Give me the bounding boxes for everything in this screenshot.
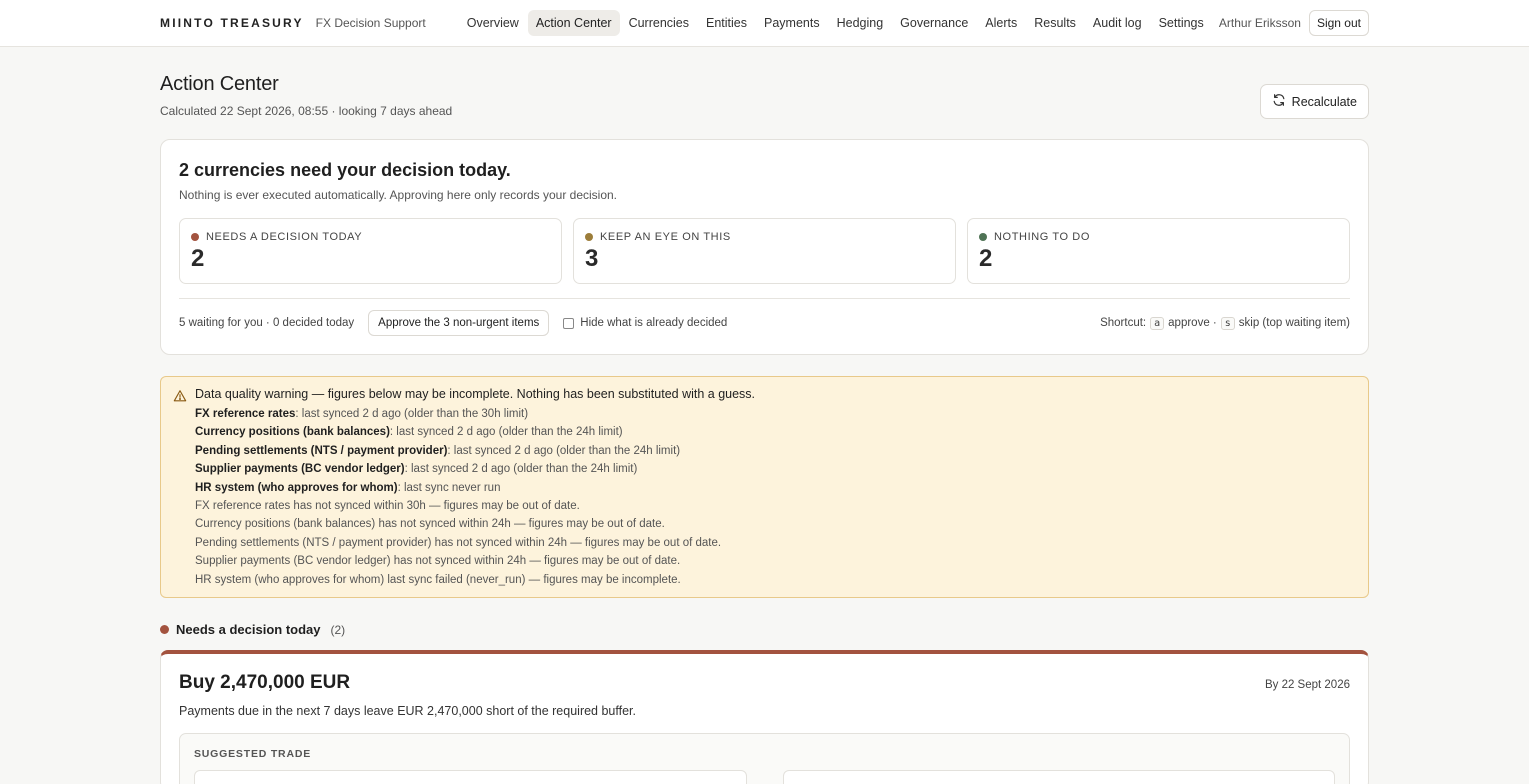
stat-label-row: NOTHING TO DO bbox=[979, 231, 1338, 243]
source-name: Supplier payments (BC vendor ledger) bbox=[195, 463, 405, 476]
warning-source-line: Currency positions (bank balances): last… bbox=[195, 423, 755, 441]
warning-source-line: HR system (who approves for whom): last … bbox=[195, 479, 755, 497]
sign-out-button[interactable]: Sign out bbox=[1308, 10, 1369, 36]
status-dot-amber bbox=[585, 233, 593, 241]
warning-note: HR system (who approves for whom) last s… bbox=[195, 573, 681, 586]
stat-label-row: NEEDS A DECISION TODAY bbox=[191, 231, 550, 243]
main-nav: Overview Action Center Currencies Entiti… bbox=[459, 10, 1212, 36]
stat-needs-decision[interactable]: NEEDS A DECISION TODAY 2 bbox=[179, 218, 562, 284]
source-detail: : last synced 2 d ago (older than the 24… bbox=[404, 463, 638, 476]
suggested-trade-panel: SUGGESTED TRADE bbox=[179, 733, 1350, 784]
decision-deadline: By 22 Sept 2026 bbox=[1264, 679, 1350, 692]
shortcut-skip-label: skip (top waiting item) bbox=[1238, 317, 1350, 329]
warning-source-line: FX reference rates: last synced 2 d ago … bbox=[195, 405, 755, 423]
nav-item-payments[interactable]: Payments bbox=[756, 10, 828, 36]
warning-triangle-icon bbox=[173, 387, 187, 589]
source-name: Pending settlements (NTS / payment provi… bbox=[195, 444, 448, 457]
status-dot-red bbox=[160, 625, 169, 635]
warning-title: Data quality warning — figures below may… bbox=[195, 387, 756, 401]
decision-description: Payments due in the next 7 days leave EU… bbox=[179, 704, 637, 719]
data-quality-warning: Data quality warning — figures below may… bbox=[160, 376, 1369, 599]
warning-note: Supplier payments (BC vendor ledger) has… bbox=[195, 555, 681, 568]
main-content: Action Center Calculated 22 Sept 2026, 0… bbox=[0, 73, 1529, 784]
warning-source-line: Supplier payments (BC vendor ledger): la… bbox=[195, 460, 755, 478]
trade-column-right bbox=[782, 770, 1335, 784]
section-header-needs-decision: Needs a decision today (2) bbox=[160, 622, 1369, 637]
brand-subtitle: FX Decision Support bbox=[315, 16, 426, 30]
nav-item-overview[interactable]: Overview bbox=[459, 10, 527, 36]
section-title: Needs a decision today bbox=[176, 622, 321, 638]
decision-card[interactable]: Buy 2,470,000 EUR By 22 Sept 2026 Paymen… bbox=[160, 650, 1369, 784]
shortcut-approve-label: approve · bbox=[1168, 317, 1217, 329]
shortcut-prefix: Shortcut: bbox=[1100, 317, 1147, 329]
warning-source-list: FX reference rates: last synced 2 d ago … bbox=[195, 405, 755, 589]
trade-column-left bbox=[194, 770, 747, 784]
page-header: Action Center Calculated 22 Sept 2026, 0… bbox=[160, 73, 1369, 119]
nav-item-governance[interactable]: Governance bbox=[892, 10, 976, 36]
summary-card: 2 currencies need your decision today. N… bbox=[160, 139, 1369, 355]
nav-item-hedging[interactable]: Hedging bbox=[829, 10, 892, 36]
summary-subtitle: Nothing is ever executed automatically. … bbox=[179, 188, 618, 202]
approve-non-urgent-button[interactable]: Approve the 3 non-urgent items bbox=[368, 310, 550, 336]
calculation-timestamp: Calculated 22 Sept 2026, 08:55 · looking… bbox=[160, 104, 453, 118]
stat-value: 3 bbox=[585, 245, 599, 272]
stat-row: NEEDS A DECISION TODAY 2 KEEP AN EYE ON … bbox=[179, 218, 1350, 284]
suggested-trade-label: SUGGESTED TRADE bbox=[194, 748, 312, 761]
source-detail: : last synced 2 d ago (older than the 24… bbox=[447, 444, 681, 457]
stat-label: KEEP AN EYE ON THIS bbox=[600, 231, 731, 243]
shortcut-key-s: s bbox=[1220, 316, 1235, 330]
source-detail: : last synced 2 d ago (older than the 30… bbox=[295, 408, 529, 420]
page-title: Action Center bbox=[160, 73, 279, 95]
source-name: Currency positions (bank balances) bbox=[195, 426, 390, 439]
stat-label-row: KEEP AN EYE ON THIS bbox=[585, 231, 944, 243]
warning-note: FX reference rates has not synced within… bbox=[195, 500, 580, 513]
warning-note: Currency positions (bank balances) has n… bbox=[195, 518, 665, 531]
user-name: Arthur Eriksson bbox=[1218, 16, 1301, 30]
status-dot-green bbox=[979, 233, 987, 241]
nav-item-audit-log[interactable]: Audit log bbox=[1085, 10, 1150, 36]
stat-nothing-to-do[interactable]: NOTHING TO DO 2 bbox=[967, 218, 1350, 284]
decision-card-header: Buy 2,470,000 EUR By 22 Sept 2026 bbox=[179, 672, 1350, 694]
hide-decided-toggle[interactable]: Hide what is already decided bbox=[563, 317, 727, 329]
warning-source-line: Pending settlements (NTS / payment provi… bbox=[195, 442, 755, 460]
stat-label: NOTHING TO DO bbox=[994, 231, 1091, 243]
source-name: FX reference rates bbox=[195, 408, 296, 420]
refresh-icon bbox=[1272, 93, 1286, 110]
source-detail: : last synced 2 d ago (older than the 24… bbox=[389, 426, 623, 439]
stat-label: NEEDS A DECISION TODAY bbox=[206, 231, 363, 243]
shortcut-key-a: a bbox=[1150, 316, 1165, 330]
user-area: Arthur Eriksson Sign out bbox=[1219, 10, 1369, 36]
source-detail: : last sync never run bbox=[397, 481, 501, 494]
nav-item-results[interactable]: Results bbox=[1026, 10, 1084, 36]
nav-item-entities[interactable]: Entities bbox=[698, 10, 755, 36]
brand-logo[interactable]: MIINTO TREASURY bbox=[160, 16, 304, 30]
suggested-trade-columns bbox=[194, 770, 1335, 784]
hide-decided-label: Hide what is already decided bbox=[580, 317, 728, 329]
top-nav-bar: MIINTO TREASURY FX Decision Support Over… bbox=[0, 0, 1529, 47]
nav-item-alerts[interactable]: Alerts bbox=[977, 10, 1025, 36]
status-dot-red bbox=[191, 233, 199, 241]
waiting-count: 5 waiting for you · 0 decided today bbox=[179, 317, 355, 329]
source-name: HR system (who approves for whom) bbox=[195, 481, 398, 494]
keyboard-shortcuts-hint: Shortcut: a approve · s skip (top waitin… bbox=[1100, 316, 1350, 330]
recalculate-label: Recalculate bbox=[1291, 94, 1357, 109]
actions-row: 5 waiting for you · 0 decided today Appr… bbox=[179, 310, 1350, 336]
divider bbox=[179, 298, 1350, 299]
nav-item-currencies[interactable]: Currencies bbox=[621, 10, 697, 36]
stat-keep-an-eye[interactable]: KEEP AN EYE ON THIS 3 bbox=[573, 218, 956, 284]
stat-value: 2 bbox=[979, 245, 993, 272]
stat-value: 2 bbox=[191, 245, 205, 272]
decision-title: Buy 2,470,000 EUR bbox=[179, 672, 351, 694]
section-count: (2) bbox=[330, 622, 346, 637]
nav-item-action-center[interactable]: Action Center bbox=[527, 10, 620, 36]
nav-item-settings[interactable]: Settings bbox=[1151, 10, 1212, 36]
recalculate-button[interactable]: Recalculate bbox=[1259, 84, 1369, 119]
summary-title: 2 currencies need your decision today. bbox=[179, 160, 511, 180]
warning-note: Pending settlements (NTS / payment provi… bbox=[195, 536, 722, 549]
hide-decided-checkbox[interactable] bbox=[563, 317, 575, 329]
